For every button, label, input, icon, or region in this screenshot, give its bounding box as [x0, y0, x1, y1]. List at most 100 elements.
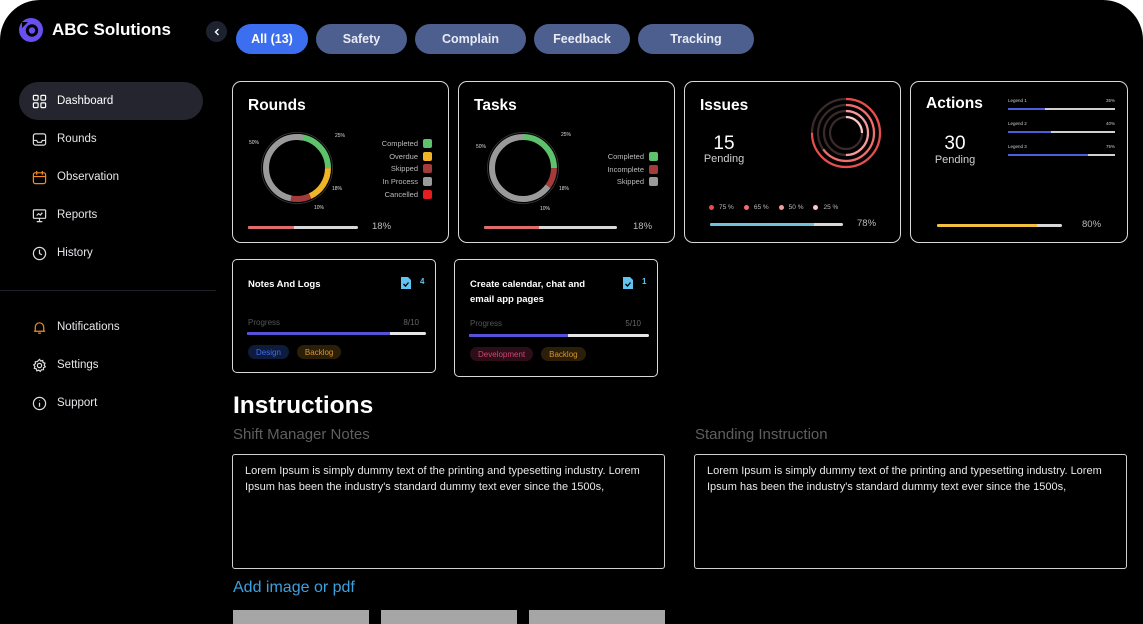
- rounds-legend: Completed Overdue Skipped In Process Can…: [382, 137, 432, 201]
- progress-fill: [484, 226, 540, 229]
- sidebar-divider: [0, 290, 216, 291]
- pct-label: 18%: [332, 186, 343, 192]
- legend-label: Cancelled: [384, 190, 418, 200]
- task-card[interactable]: Create calendar, chat and email app page…: [454, 259, 658, 377]
- sidebar-item-support[interactable]: Support: [19, 384, 203, 422]
- brand[interactable]: ABC Solutions: [18, 17, 171, 43]
- legend-item: 65 %: [743, 204, 769, 211]
- actions-card[interactable]: Actions 30 Pending Legend 1 35% Legend 2…: [910, 81, 1128, 243]
- legend-item: 25 %: [813, 204, 838, 211]
- sidebar-item-notifications[interactable]: Notifications: [19, 308, 203, 346]
- legend-item: Skipped: [382, 163, 432, 176]
- legend-item: Overdue: [382, 150, 432, 163]
- legend-swatch: [423, 151, 432, 161]
- actions-progress-bar: [937, 224, 1062, 227]
- legend-item: In Process: [382, 175, 432, 188]
- tag[interactable]: Backlog: [296, 345, 342, 359]
- pct-label: 10%: [314, 205, 325, 211]
- task-count: 4: [420, 277, 425, 286]
- shift-notes-label: Shift Manager Notes: [233, 426, 370, 443]
- sidebar-item-reports[interactable]: Reports: [19, 196, 203, 234]
- legend-label: 75 %: [719, 204, 734, 211]
- progress-label: 18%: [633, 221, 653, 232]
- sidebar-item-label: Dashboard: [57, 95, 114, 107]
- sidebar-item-dashboard[interactable]: Dashboard: [19, 82, 203, 120]
- attachment-thumbnail[interactable]: [381, 610, 517, 624]
- bar-value: 75%: [1105, 144, 1115, 149]
- tasks-card[interactable]: Tasks 50% 25% 18% 10% Completed Incomple…: [458, 81, 675, 243]
- tasks-legend: Completed Incomplete Skipped: [607, 150, 658, 188]
- rounds-card[interactable]: Rounds 50% 25% 18% 10% Completed Overdue…: [232, 81, 449, 243]
- bell-icon: [33, 321, 46, 334]
- standing-instruction-label: Standing Instruction: [695, 426, 828, 443]
- task-card[interactable]: Notes And Logs 4 Progress 8/10 Design Ba…: [232, 259, 436, 373]
- issues-count: 15: [713, 133, 735, 154]
- task-title: Notes And Logs: [248, 279, 321, 290]
- sidebar-item-history[interactable]: History: [19, 234, 203, 272]
- bar-track: [1008, 108, 1115, 110]
- tag[interactable]: Backlog: [541, 347, 586, 361]
- legend-label: Skipped: [616, 177, 644, 187]
- instructions-heading: Instructions: [233, 392, 374, 419]
- presentation-icon: [32, 208, 47, 222]
- rounds-donut-chart: 50% 25% 18% 10%: [249, 132, 346, 211]
- standing-instruction-textarea[interactable]: Lorem Ipsum is simply dummy text of the …: [694, 454, 1127, 569]
- legend-label: Incomplete: [607, 164, 644, 174]
- progress-fill: [469, 334, 568, 337]
- chevron-left-icon: [214, 28, 219, 35]
- legend-label: In Process: [382, 177, 418, 187]
- bar-track: [1008, 154, 1115, 156]
- tab-complain[interactable]: Complain: [415, 24, 526, 54]
- legend-item: Completed: [382, 137, 432, 150]
- issues-status: Pending: [703, 153, 745, 165]
- attachment-thumbnail[interactable]: [529, 610, 665, 624]
- bar-label: Legend 3: [1008, 144, 1027, 149]
- progress-value: 5/10: [625, 319, 641, 328]
- collapse-sidebar-button[interactable]: [206, 21, 227, 42]
- issues-progress-bar: [710, 223, 843, 226]
- tag[interactable]: Development: [470, 347, 534, 361]
- brand-name: ABC Solutions: [52, 20, 171, 39]
- bar-value: 35%: [1105, 98, 1115, 103]
- issues-legend: 75 % 65 % 50 % 25 %: [709, 204, 838, 211]
- sidebar-item-label: Observation: [57, 171, 120, 183]
- attachment-thumbnail[interactable]: [233, 610, 369, 624]
- bar-label: Legend 1: [1008, 98, 1027, 103]
- sidebar-item-label: Support: [57, 397, 98, 409]
- shift-notes-textarea[interactable]: Lorem Ipsum is simply dummy text of the …: [232, 454, 665, 569]
- donut-outline: [261, 132, 333, 204]
- legend-swatch: [423, 190, 432, 200]
- legend-label: 25 %: [823, 204, 839, 211]
- legend-label: Skipped: [390, 164, 418, 174]
- add-attachment-link[interactable]: Add image or pdf: [233, 579, 355, 597]
- tab-safety[interactable]: Safety: [316, 24, 407, 54]
- sidebar-item-label: History: [57, 247, 93, 259]
- issues-radial-chart: [810, 97, 882, 169]
- tab-feedback[interactable]: Feedback: [534, 24, 630, 54]
- bar-fill: [1008, 108, 1046, 110]
- issues-card[interactable]: Issues 15 Pending 75 % 65 % 50 % 25 % 78…: [684, 81, 901, 243]
- card-title: Rounds: [248, 97, 306, 114]
- tag[interactable]: Design: [248, 345, 289, 359]
- task-progress-bar: [247, 332, 426, 335]
- tasks-donut-chart: 50% 25% 18% 10%: [476, 132, 572, 212]
- document-icon: [401, 277, 411, 289]
- pct-label: 25%: [561, 132, 572, 138]
- actions-bars: Legend 1 35% Legend 2 40% Legend 3 75%: [1008, 98, 1115, 167]
- progress-fill: [247, 332, 391, 335]
- legend-dot: [743, 205, 749, 210]
- progress-label: Progress: [470, 319, 503, 328]
- sidebar-item-rounds[interactable]: Rounds: [19, 120, 203, 158]
- legend-label: Overdue: [389, 151, 418, 161]
- sidebar-item-observation[interactable]: Observation: [19, 158, 203, 196]
- tab-all[interactable]: All (13): [236, 24, 308, 54]
- legend-label: Completed: [381, 138, 418, 148]
- tab-tracking[interactable]: Tracking: [638, 24, 754, 54]
- calendar-icon: [32, 170, 47, 184]
- sidebar-item-settings[interactable]: Settings: [19, 346, 203, 384]
- legend-label: Completed: [607, 151, 644, 161]
- bar-fill: [1008, 154, 1089, 156]
- sidebar-item-label: Reports: [57, 209, 98, 221]
- grid-icon: [32, 94, 47, 108]
- sidebar-item-label: Rounds: [57, 133, 97, 145]
